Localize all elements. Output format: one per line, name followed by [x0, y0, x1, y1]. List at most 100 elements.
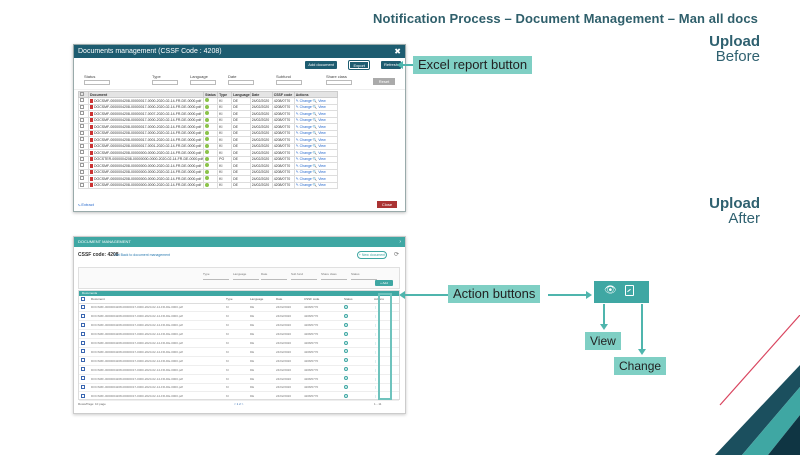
view-link[interactable]: 🔍 View [313, 99, 326, 103]
row-checkbox[interactable] [79, 374, 89, 384]
row-document[interactable]: DOCSMF-0000004208-00000017-0000-2020-02-… [89, 320, 224, 331]
filter-share-class[interactable]: Share class [326, 74, 352, 85]
after-table-row[interactable]: DOCSMF-0000004208-00000017-0000-2020-02-… [79, 391, 399, 402]
filter-type[interactable]: Type [152, 74, 178, 85]
pagination[interactable]: < 1 2 > [234, 402, 243, 406]
reset-button[interactable]: Reset [373, 78, 395, 85]
change-link[interactable]: ✎ Change [296, 183, 312, 187]
after-filter-date[interactable]: Date [261, 272, 287, 280]
row-language: DE [231, 181, 251, 189]
view-link[interactable]: 🔍 View [313, 144, 326, 148]
pdf-icon [90, 176, 93, 181]
change-callout: Change [614, 357, 667, 375]
export-button[interactable]: Export [348, 60, 370, 70]
after-table-row[interactable]: DOCSMF-0000004208-00000017-0000-2020-02-… [79, 303, 399, 313]
view-link[interactable]: 🔍 View [313, 157, 326, 161]
extract-link[interactable]: ⤷ Extract [78, 202, 94, 207]
after-table-row[interactable]: DOCSMF-0000004208-00000017-0000-2020-02-… [79, 347, 399, 357]
row-document[interactable]: DOCSMF-0000004208-00000017-0000-2020-02-… [89, 391, 224, 402]
row-checkbox[interactable] [79, 365, 89, 375]
view-link[interactable]: 🔍 View [313, 138, 326, 142]
row-checkbox[interactable] [79, 347, 89, 357]
change-link[interactable]: ✎ Change [296, 151, 312, 155]
row-cssf-code: 4208/0770 [302, 311, 342, 322]
change-link[interactable]: ✎ Change [296, 157, 312, 161]
change-link[interactable]: ✎ Change [296, 125, 312, 129]
status-dot-icon [205, 137, 210, 142]
after-filter-type[interactable]: Type [203, 272, 229, 280]
change-link[interactable]: ✎ Change [296, 164, 312, 168]
after-table-row[interactable]: DOCSMF-0000004208-00000017-0000-2020-02-… [79, 383, 399, 393]
row-document[interactable]: DOCSMF-0000004208-00000017-0000-2020-02-… [89, 374, 224, 384]
row-document[interactable]: DOCSMF-0000004208-00000017-0000-2020-02-… [89, 383, 224, 393]
after-table-row[interactable]: DOCSMF-0000004208-00000017-0000-2020-02-… [79, 320, 399, 331]
after-table-row[interactable]: DOCSMF-0000004208-00000017-0000-2020-02-… [79, 329, 399, 340]
row-checkbox[interactable] [79, 383, 89, 393]
before-table-row[interactable]: DOCSMF-0000004208-00000000-0000-2020-02-… [78, 181, 339, 189]
filter-date[interactable]: Date [228, 74, 254, 85]
new-document-button[interactable]: + New document [357, 251, 387, 259]
filter-language[interactable]: Language [190, 74, 216, 85]
after-document-table: Document Type Language Date CSSF code St… [79, 296, 399, 402]
chevron-icon[interactable]: › [399, 237, 401, 247]
view-link[interactable]: 🔍 View [313, 151, 326, 155]
view-arrow-line [603, 304, 605, 324]
before-header: Documents management (CSSF Code : 4208) … [74, 45, 405, 58]
change-link[interactable]: ✎ Change [296, 105, 312, 109]
add-button[interactable]: + Add [375, 280, 393, 286]
row-checkbox[interactable] [78, 181, 89, 189]
row-document[interactable]: DOCSMF-0000004208-00000017-0000-2020-02-… [89, 311, 224, 322]
row-checkbox[interactable] [79, 303, 89, 313]
after-table-row[interactable]: DOCSMF-0000004208-00000017-0000-2020-02-… [79, 356, 399, 366]
after-table-row[interactable]: DOCSMF-0000004208-00000017-0000-2020-02-… [79, 338, 399, 348]
view-link[interactable]: 🔍 View [313, 170, 326, 174]
filter-status[interactable]: Status [84, 74, 110, 85]
close-button[interactable]: Close [377, 201, 397, 208]
view-link[interactable]: 🔍 View [313, 105, 326, 109]
after-table-row[interactable]: DOCSMF-0000004208-00000017-0000-2020-02-… [79, 311, 399, 322]
change-link[interactable]: ✎ Change [296, 177, 312, 181]
row-checkbox[interactable] [79, 338, 89, 348]
change-link[interactable]: ✎ Change [296, 170, 312, 174]
row-checkbox[interactable] [79, 311, 89, 322]
row-document[interactable]: DOCSMF-0000004208-00000017-0000-2020-02-… [89, 329, 224, 340]
row-checkbox[interactable] [79, 329, 89, 340]
row-checkbox[interactable] [79, 356, 89, 366]
after-filter-share-class[interactable]: Share class [321, 272, 347, 280]
change-link[interactable]: ✎ Change [296, 144, 312, 148]
view-link[interactable]: 🔍 View [313, 112, 326, 116]
view-link[interactable]: 🔍 View [313, 125, 326, 129]
change-link[interactable]: ✎ Change [296, 131, 312, 135]
refresh-icon[interactable]: ⟳ [394, 251, 399, 258]
change-link[interactable]: ✎ Change [296, 112, 312, 116]
change-link[interactable]: ✎ Change [296, 99, 312, 103]
view-link[interactable]: 🔍 View [313, 131, 326, 135]
change-link[interactable]: ✎ Change [296, 118, 312, 122]
after-filter-subfund[interactable]: Sub fund [291, 272, 317, 280]
filter-subfund[interactable]: Subfund [276, 74, 302, 85]
row-document[interactable]: DOCSMF-0000004208-00000017-0000-2020-02-… [89, 303, 224, 313]
row-document[interactable]: DOCSMF-0000004208-00000000-0000-2020-02-… [87, 181, 205, 189]
after-table-row[interactable]: DOCSMF-0000004208-00000017-0000-2020-02-… [79, 365, 399, 375]
row-document[interactable]: DOCSMF-0000004208-00000017-0000-2020-02-… [89, 356, 224, 366]
eye-icon[interactable]: 👁 [604, 285, 617, 296]
row-document[interactable]: DOCSMF-0000004208-00000017-0000-2020-02-… [89, 347, 224, 357]
add-document-button[interactable]: Add document [305, 61, 337, 69]
rows-per-page[interactable]: Rows/Page: 10 page [78, 402, 106, 406]
after-table-row[interactable]: DOCSMF-0000004208-00000017-0000-2020-02-… [79, 374, 399, 384]
row-document[interactable]: DOCSMF-0000004208-00000017-0000-2020-02-… [89, 338, 224, 348]
row-checkbox[interactable] [79, 391, 89, 402]
back-link[interactable]: Get Back to document management [114, 253, 170, 257]
status-dot-icon [205, 163, 210, 168]
close-icon[interactable]: ✖ [394, 45, 401, 58]
view-link[interactable]: 🔍 View [313, 118, 326, 122]
edit-icon[interactable] [625, 285, 634, 296]
change-link[interactable]: ✎ Change [296, 138, 312, 142]
view-link[interactable]: 🔍 View [313, 164, 326, 168]
view-link[interactable]: 🔍 View [313, 177, 326, 181]
row-document[interactable]: DOCSMF-0000004208-00000017-0000-2020-02-… [89, 365, 224, 375]
row-checkbox[interactable] [79, 320, 89, 331]
after-filter-language[interactable]: Language [233, 272, 259, 280]
after-filter-status[interactable]: Status [351, 272, 377, 280]
view-link[interactable]: 🔍 View [313, 183, 326, 187]
